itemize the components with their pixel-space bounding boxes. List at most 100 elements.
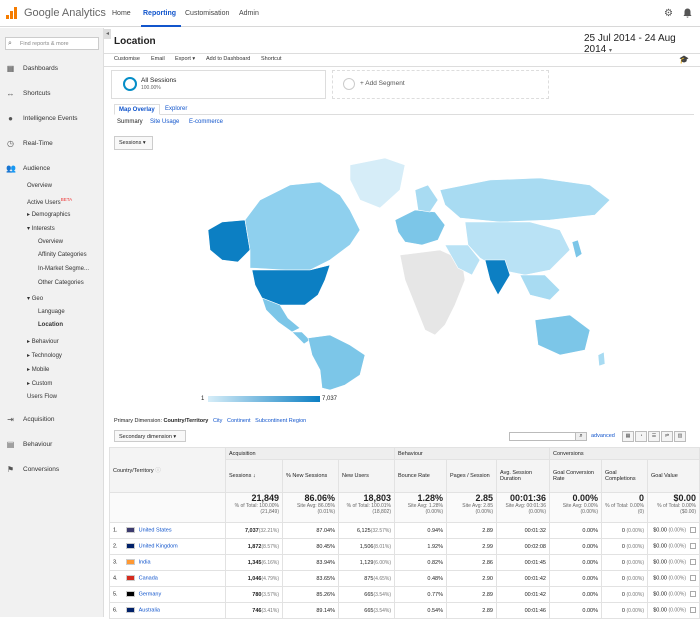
goal-value-cell: $0.00 (0.00%) <box>647 538 700 555</box>
sidebar-item-overview[interactable]: Overview <box>27 183 52 189</box>
primary-dimension-label: Primary Dimension: <box>114 418 162 424</box>
date-range-picker[interactable]: 25 Jul 2014 - 24 Aug 2014 ▾ <box>584 33 700 55</box>
sidebar-item-custom[interactable]: ▸ Custom <box>27 380 52 387</box>
col-header-country[interactable]: Country/Territory ⓘ <box>109 447 226 493</box>
secondary-dimension-select[interactable]: Secondary dimension ▾ <box>114 430 186 442</box>
sidebar-item-inmarket[interactable]: In-Market Segme... <box>38 266 89 272</box>
performance-view-icon[interactable]: ☰ <box>648 431 660 442</box>
col-header-sessions[interactable]: Sessions ↓ <box>225 459 283 493</box>
sidebar-item-behaviour[interactable]: Behaviour <box>23 441 52 448</box>
lightbulb-icon: ● <box>8 114 13 123</box>
total-cell: 0.00% Site Avg: 0.00% (0.00%) <box>549 492 602 523</box>
email-button[interactable]: Email <box>151 56 165 62</box>
sidebar-item-acquisition[interactable]: Acquisition <box>23 416 54 423</box>
collapse-sidebar-button[interactable]: ◂ <box>104 29 111 39</box>
sidebar-item-other-categories[interactable]: Other Categories <box>38 280 84 286</box>
country-link[interactable]: Canada <box>139 576 158 582</box>
map-metric-select[interactable]: Sessions ▾ <box>114 136 153 150</box>
advanced-filter-link[interactable]: advanced <box>591 433 615 439</box>
table-view-icon[interactable]: ▦ <box>622 431 634 442</box>
map-legend-min: 1 <box>201 396 205 402</box>
country-link[interactable]: India <box>139 560 151 566</box>
world-map[interactable] <box>200 150 620 390</box>
notifications-bell-icon[interactable] <box>683 8 692 18</box>
col-header-new-sessions[interactable]: % New Sessions <box>282 459 339 493</box>
col-header-conv-rate[interactable]: Goal Conversion Rate <box>549 459 602 493</box>
export-button[interactable]: Export ▾ <box>175 56 195 62</box>
sidebar-item-geo[interactable]: ▾ Geo <box>27 295 43 302</box>
row-checkbox[interactable] <box>690 575 696 582</box>
table-search-icon[interactable]: ⌕ <box>575 432 587 441</box>
col-header-goal-value[interactable]: Goal Value <box>647 459 700 493</box>
total-value: 2.85 <box>475 493 493 503</box>
pie-view-icon[interactable]: ◔ <box>635 431 647 442</box>
row-number: 2. <box>113 543 118 550</box>
interests-label: Interests <box>31 226 55 232</box>
sidebar-item-active-users[interactable]: Active UsersBETA <box>27 197 72 206</box>
sidebar-search-input[interactable]: Find reports & more <box>5 37 99 50</box>
sidebar-item-shortcuts[interactable]: Shortcuts <box>23 90 50 97</box>
sidebar-item-behaviour-sub[interactable]: ▸ Behaviour <box>27 338 59 345</box>
tab-explorer[interactable]: Explorer <box>161 104 191 115</box>
nav-reporting[interactable]: Reporting <box>143 10 176 17</box>
nav-customisation[interactable]: Customisation <box>185 10 229 17</box>
pages-cell: 2.89 <box>446 602 497 619</box>
country-link[interactable]: United States <box>139 528 172 534</box>
app-logo[interactable]: Google Analytics <box>6 7 106 19</box>
row-checkbox[interactable] <box>690 527 696 534</box>
sidebar-item-interests-overview[interactable]: Overview <box>38 239 63 245</box>
settings-gear-icon[interactable]: ⚙ <box>664 8 673 19</box>
sidebar-item-conversions[interactable]: Conversions <box>23 466 59 473</box>
nav-home[interactable]: Home <box>112 10 131 17</box>
subtab-site-usage[interactable]: Site Usage <box>150 119 179 125</box>
country-link[interactable]: Australia <box>139 608 160 614</box>
col-header-duration[interactable]: Avg. Session Duration <box>496 459 550 493</box>
col-header-pages-session[interactable]: Pages / Session <box>446 459 497 493</box>
sidebar-item-audience[interactable]: Audience <box>23 165 50 172</box>
pages-cell: 2.86 <box>446 554 497 571</box>
col-header-completions[interactable]: Goal Completions <box>601 459 648 493</box>
sidebar-item-interests[interactable]: ▾ Interests <box>27 225 55 232</box>
sidebar-item-realtime[interactable]: Real-Time <box>23 140 53 147</box>
country-link[interactable]: Germany <box>139 592 162 598</box>
page-title: Location <box>114 36 156 47</box>
map-region-southeast-asia <box>519 274 561 301</box>
customise-button[interactable]: Customise <box>114 56 140 62</box>
education-cap-icon[interactable]: 🎓 <box>679 55 689 64</box>
sidebar-item-technology[interactable]: ▸ Technology <box>27 352 62 359</box>
row-checkbox[interactable] <box>690 607 696 614</box>
shortcut-button[interactable]: Shortcut <box>261 56 281 62</box>
sidebar-item-language[interactable]: Language <box>38 309 65 315</box>
nav-admin[interactable]: Admin <box>239 10 259 17</box>
col-header-bounce-rate[interactable]: Bounce Rate <box>394 459 447 493</box>
row-checkbox[interactable] <box>690 559 696 566</box>
sidebar-item-users-flow[interactable]: Users Flow <box>27 394 57 400</box>
row-checkbox[interactable] <box>690 591 696 598</box>
dashboard-grid-icon: ▦ <box>6 64 15 73</box>
add-segment-button[interactable]: + Add Segment <box>332 70 549 99</box>
segment-all-sessions[interactable]: All Sessions 100.00% <box>111 70 326 99</box>
country-link[interactable]: United Kingdom <box>139 544 178 550</box>
subtab-ecommerce[interactable]: E-commerce <box>189 119 223 125</box>
total-cell: 2.85 Site Avg: 2.85 (0.00%) <box>446 492 497 523</box>
dim-city[interactable]: City <box>213 418 222 424</box>
sessions-cell: 780(3.57%) <box>225 586 283 603</box>
dim-subcontinent[interactable]: Subcontinent Region <box>255 418 306 424</box>
sidebar-item-intelligence[interactable]: Intelligence Events <box>23 115 78 122</box>
sidebar-item-mobile[interactable]: ▸ Mobile <box>27 366 49 373</box>
sidebar-item-location[interactable]: Location <box>38 322 63 328</box>
comparison-view-icon[interactable]: ⇌ <box>661 431 673 442</box>
sidebar-item-demographics[interactable]: ▸ Demographics <box>27 211 70 218</box>
col-header-new-users[interactable]: New Users <box>338 459 395 493</box>
add-to-dashboard-button[interactable]: Add to Dashboard <box>206 56 250 62</box>
dim-country[interactable]: Country/Territory <box>164 418 209 424</box>
sidebar-item-affinity[interactable]: Affinity Categories <box>38 252 87 258</box>
new-users-cell: 665(3.54%) <box>338 586 395 603</box>
sidebar-item-dashboards[interactable]: Dashboards <box>23 65 58 72</box>
dim-continent[interactable]: Continent <box>227 418 251 424</box>
tab-map-overlay[interactable]: Map Overlay <box>114 104 160 115</box>
subtab-summary[interactable]: Summary <box>117 119 143 125</box>
row-checkbox[interactable] <box>690 543 696 550</box>
country-cell: 2. United Kingdom <box>109 538 226 555</box>
pivot-view-icon[interactable]: ▥ <box>674 431 686 442</box>
